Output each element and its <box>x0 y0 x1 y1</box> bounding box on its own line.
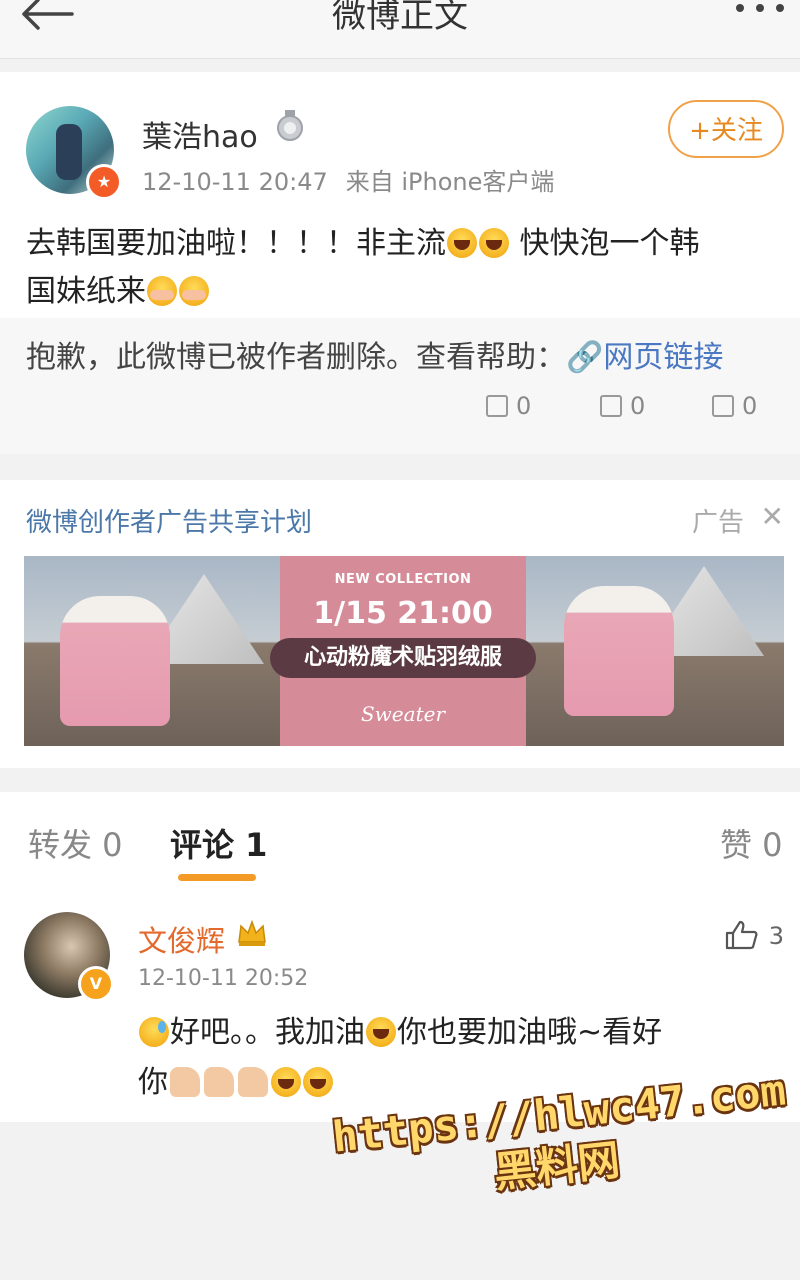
comment-icon <box>600 395 622 417</box>
thumbs-up-icon <box>712 395 734 417</box>
follow-button[interactable]: +关注 <box>668 100 784 158</box>
repost-action[interactable]: 0 <box>486 392 531 420</box>
banner-headline: NEW COLLECTION <box>334 572 472 587</box>
thumbs-up-icon <box>725 920 758 950</box>
grin-emoji-icon <box>447 228 477 258</box>
crown-icon <box>238 919 266 946</box>
comment-action[interactable]: 0 <box>600 392 645 420</box>
banner-slogan: 心动粉魔术贴羽绒服 <box>270 638 536 678</box>
grin-emoji-icon <box>479 228 509 258</box>
post-text-line1b: 快快泡一个韩 <box>519 226 700 261</box>
web-link[interactable]: 网页链接 <box>603 340 723 375</box>
active-tab-indicator <box>178 874 256 881</box>
deleted-text: 抱歉，此微博已被作者删除。查看帮助： <box>26 340 566 375</box>
model-right <box>564 586 674 716</box>
shy-emoji-icon <box>179 276 209 306</box>
repost-count: 0 <box>516 392 532 420</box>
banner-script: Sweater <box>360 702 445 726</box>
post-text-line2: 国妹纸来 <box>26 274 146 309</box>
like-action[interactable]: 0 <box>712 392 757 420</box>
sweat-emoji-icon <box>139 1017 169 1047</box>
like-count: 0 <box>742 392 758 420</box>
repost-icon <box>486 395 508 417</box>
grin-emoji-icon <box>271 1067 301 1097</box>
banner-date: 1/15 21:00 <box>313 596 493 631</box>
page-title: 微博正文 <box>332 0 468 36</box>
verified-star-icon: ★ <box>86 164 122 200</box>
tab-bar: 转发 0 评论 1 赞 0 <box>0 792 800 891</box>
thumbs-up-emoji-icon <box>170 1067 200 1097</box>
comment-time: 12-10-11 20:52 <box>138 966 309 991</box>
tab-repost[interactable]: 转发 0 <box>28 820 123 866</box>
deleted-notice: 抱歉，此微博已被作者删除。查看帮助：🔗网页链接 <box>26 332 723 376</box>
model-left <box>60 596 170 726</box>
post-card: ★ 葉浩hao 12-10-11 20:47 来自 iPhone客户端 +关注 去… <box>0 72 800 454</box>
ad-banner[interactable]: NEW COLLECTION 1/15 21:00 心动粉魔术贴羽绒服 Swea… <box>24 556 784 746</box>
comment-text-c: 你 <box>138 1065 168 1100</box>
close-icon[interactable]: ✕ <box>761 500 784 533</box>
rock-hand-emoji-icon <box>238 1067 268 1097</box>
post-time: 12-10-11 20:47 <box>142 168 328 196</box>
ad-title[interactable]: 微博创作者广告共享计划 <box>26 502 312 539</box>
comment-like-action[interactable]: 3 <box>725 920 784 950</box>
post-meta: 12-10-11 20:47 来自 iPhone客户端 <box>142 162 554 197</box>
avatar-figure <box>56 124 82 180</box>
comment-text-a: 好吧。。我加油 <box>170 1015 365 1050</box>
comment-like-count: 3 <box>768 922 784 950</box>
more-dots-icon[interactable] <box>730 0 790 20</box>
deleted-repost-box: 抱歉，此微博已被作者删除。查看帮助：🔗网页链接 0 0 0 <box>0 318 800 454</box>
link-icon: 🔗 <box>566 340 604 375</box>
medal-icon <box>277 110 303 141</box>
grin-emoji-icon <box>303 1067 333 1097</box>
shy-emoji-icon <box>147 276 177 306</box>
verified-v-icon: V <box>78 966 114 1002</box>
post-text-line1: 去韩国要加油啦！！！！非主流 <box>26 226 446 261</box>
tab-like[interactable]: 赞 0 <box>720 820 783 866</box>
ad-card: 微博创作者广告共享计划 广告 ✕ NEW COLLECTION 1/15 21:… <box>0 480 800 768</box>
tab-comment[interactable]: 评论 1 <box>170 820 267 866</box>
post-username[interactable]: 葉浩hao <box>142 112 258 156</box>
post-text: 去韩国要加油啦！！！！非主流 快快泡一个韩 国妹纸来 <box>26 220 786 316</box>
top-bar: 微博正文 <box>0 0 800 59</box>
banner-text-panel: NEW COLLECTION 1/15 21:00 心动粉魔术贴羽绒服 Swea… <box>270 556 536 746</box>
grin-emoji-icon <box>366 1017 396 1047</box>
comment-count: 0 <box>630 392 646 420</box>
comment-username[interactable]: 文俊辉 <box>138 918 225 960</box>
comment-text-b: 你也要加油哦~看好 <box>397 1015 663 1050</box>
thumbs-up-emoji-icon <box>204 1067 234 1097</box>
ad-label: 广告 <box>691 508 744 538</box>
post-source: 来自 iPhone客户端 <box>345 168 555 196</box>
